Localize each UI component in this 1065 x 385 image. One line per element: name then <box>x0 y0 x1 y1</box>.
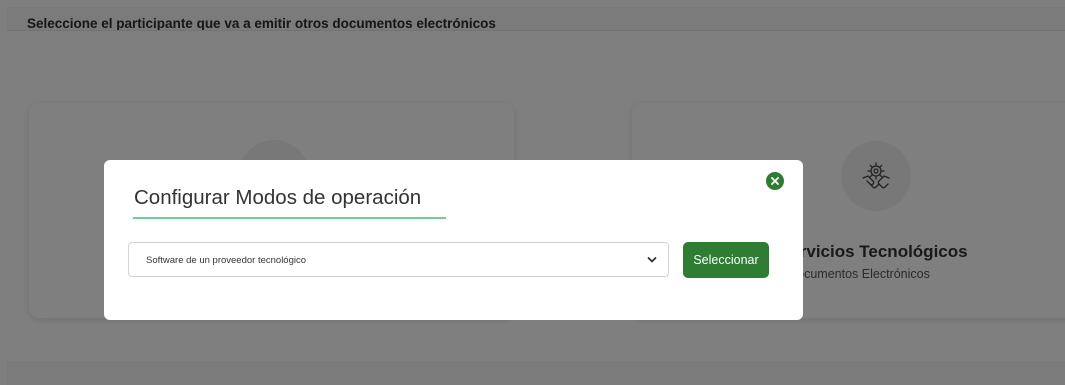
modal-title: Configurar Modos de operación <box>134 186 422 209</box>
title-underline <box>133 217 446 219</box>
select-button[interactable]: Seleccionar <box>683 242 769 278</box>
select-value: Software de un proveedor tecnológico <box>146 255 307 266</box>
close-button[interactable] <box>766 172 784 190</box>
operation-mode-modal: Configurar Modos de operación Software d… <box>104 160 803 320</box>
chevron-down-icon <box>647 257 657 263</box>
close-icon <box>771 177 779 185</box>
operation-mode-select[interactable]: Software de un proveedor tecnológico <box>128 242 669 277</box>
